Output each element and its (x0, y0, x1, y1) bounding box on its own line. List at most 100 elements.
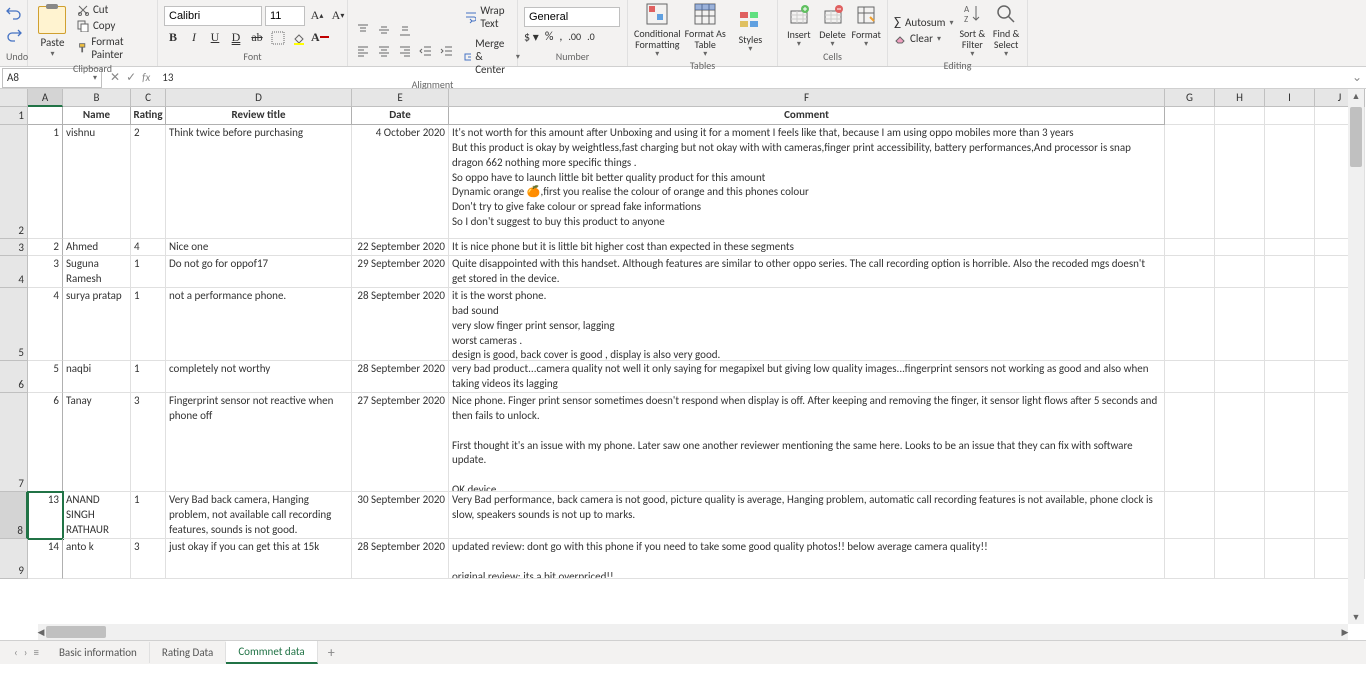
cell[interactable]: 28 September 2020 (352, 361, 449, 393)
worksheet-grid[interactable]: ABCDEFGHIJ1NameRatingReview titleDateCom… (0, 89, 1366, 640)
cell[interactable]: 3 (131, 539, 166, 579)
number-format-select[interactable] (524, 7, 620, 27)
tab-nav-all[interactable]: ≡ (33, 646, 38, 659)
row-header-2[interactable]: 2 (0, 125, 28, 239)
column-header-A[interactable]: A (28, 89, 63, 107)
cell[interactable]: Nice phone. Finger print sensor sometime… (449, 393, 1165, 492)
cut-button[interactable]: Cut (75, 2, 151, 17)
cell[interactable]: Ahmed (63, 239, 131, 256)
copy-button[interactable]: Copy (75, 18, 151, 33)
font-name-select[interactable] (164, 6, 262, 26)
conditional-formatting-button[interactable]: Conditional Formatting▾ (634, 2, 681, 59)
cell[interactable]: 13 (28, 492, 63, 539)
tab-nav-next[interactable]: › (24, 646, 28, 659)
clear-button[interactable]: Clear▾ (894, 32, 953, 45)
align-top-button[interactable] (354, 21, 372, 39)
formula-input[interactable]: 13 (158, 71, 1348, 84)
wrap-text-button[interactable]: Wrap Text (460, 2, 524, 32)
horizontal-scrollbar[interactable]: ◀ ▶ (38, 624, 1348, 640)
cell[interactable]: It's not worth for this amount after Unb… (449, 125, 1165, 239)
cell[interactable]: updated review: dont go with this phone … (449, 539, 1165, 579)
vertical-scroll-thumb[interactable] (1350, 107, 1362, 167)
cell[interactable]: 3 (131, 393, 166, 492)
row-header-5[interactable]: 5 (0, 288, 28, 361)
delete-cells-button[interactable]: Delete▾ (818, 3, 848, 49)
expand-formula-bar-button[interactable]: ⌄ (1348, 70, 1366, 85)
cell[interactable]: it is the worst phone. bad sound very sl… (449, 288, 1165, 361)
cell[interactable]: surya pratap (63, 288, 131, 361)
cell[interactable]: naqbi (63, 361, 131, 393)
italic-button[interactable]: I (185, 29, 203, 47)
cell[interactable]: Nice one (166, 239, 352, 256)
cell[interactable]: completely not worthy (166, 361, 352, 393)
cell[interactable]: 28 September 2020 (352, 288, 449, 361)
borders-button[interactable] (269, 29, 287, 47)
undo-button[interactable] (4, 5, 24, 25)
sheet-tab-commnet-data[interactable]: Commnet data (226, 641, 317, 664)
currency-button[interactable]: $ ▾ (524, 30, 539, 45)
cell[interactable]: 4 (28, 288, 63, 361)
decrease-decimal-button[interactable]: .0 (587, 30, 595, 45)
cell[interactable]: Suguna Ramesh (63, 256, 131, 288)
font-size-select[interactable] (265, 6, 305, 26)
cell[interactable]: anto k (63, 539, 131, 579)
format-painter-button[interactable]: Format Painter (75, 34, 151, 62)
cell[interactable]: Quite disappointed with this handset. Al… (449, 256, 1165, 288)
comma-button[interactable]: , (559, 30, 562, 45)
table-header-cell[interactable]: Date (352, 107, 449, 125)
cell[interactable]: Do not go for oppof17 (166, 256, 352, 288)
cell[interactable]: ANAND SINGH RATHAUR (63, 492, 131, 539)
cell[interactable]: 28 September 2020 (352, 539, 449, 579)
row-header-4[interactable]: 4 (0, 256, 28, 288)
cell[interactable]: Fingerprint sensor not reactive when pho… (166, 393, 352, 492)
cell[interactable]: 1 (131, 256, 166, 288)
column-header-D[interactable]: D (166, 89, 352, 107)
table-header-cell[interactable]: Name (63, 107, 131, 125)
column-header-G[interactable]: G (1165, 89, 1215, 107)
horizontal-scroll-thumb[interactable] (46, 626, 106, 638)
sheet-tab-rating-data[interactable]: Rating Data (150, 642, 226, 663)
underline-button[interactable]: U (206, 29, 224, 47)
merge-center-button[interactable]: Merge & Center▾ (460, 35, 524, 78)
column-header-B[interactable]: B (63, 89, 131, 107)
font-color-button[interactable]: A (311, 29, 329, 47)
add-sheet-button[interactable]: + (318, 644, 345, 661)
cell[interactable]: Tanay (63, 393, 131, 492)
cell[interactable]: Think twice before purchasing (166, 125, 352, 239)
cell[interactable]: 3 (28, 256, 63, 288)
column-header-C[interactable]: C (131, 89, 166, 107)
cell[interactable]: 5 (28, 361, 63, 393)
fill-color-button[interactable] (290, 29, 308, 47)
cell[interactable]: 1 (131, 492, 166, 539)
indent-increase-button[interactable] (438, 42, 456, 60)
tab-nav-prev[interactable]: ‹ (14, 646, 18, 659)
cell[interactable]: Very Bad back camera, Hanging problem, n… (166, 492, 352, 539)
strike-button[interactable]: ab (248, 29, 266, 47)
column-header-H[interactable]: H (1215, 89, 1265, 107)
cell[interactable]: 4 October 2020 (352, 125, 449, 239)
cell[interactable]: 4 (131, 239, 166, 256)
cell[interactable]: 27 September 2020 (352, 393, 449, 492)
row-header-6[interactable]: 6 (0, 361, 28, 393)
align-right-button[interactable] (396, 42, 414, 60)
cell[interactable]: 30 September 2020 (352, 492, 449, 539)
column-header-F[interactable]: F (449, 89, 1165, 107)
cell[interactable]: vishnu (63, 125, 131, 239)
cell[interactable]: 14 (28, 539, 63, 579)
row-header-3[interactable]: 3 (0, 239, 28, 256)
row-header-1[interactable]: 1 (0, 107, 28, 125)
cell[interactable]: 2 (131, 125, 166, 239)
scroll-right-button[interactable]: ▶ (1338, 625, 1352, 639)
double-underline-button[interactable]: D (227, 29, 245, 47)
sheet-tab-basic-information[interactable]: Basic information (47, 642, 150, 663)
vertical-scrollbar[interactable]: ▲ ▼ (1348, 89, 1364, 624)
row-header-8[interactable]: 8 (0, 492, 28, 539)
align-center-button[interactable] (375, 42, 393, 60)
sort-filter-button[interactable]: AZSort & Filter▾ (957, 2, 987, 59)
row-header-7[interactable]: 7 (0, 393, 28, 492)
decrease-font-button[interactable]: A▾ (329, 7, 347, 25)
cell[interactable]: Very Bad performance, back camera is not… (449, 492, 1165, 539)
cell[interactable]: just okay if you can get this at 15k (166, 539, 352, 579)
cell[interactable]: 1 (28, 125, 63, 239)
cell[interactable]: 29 September 2020 (352, 256, 449, 288)
